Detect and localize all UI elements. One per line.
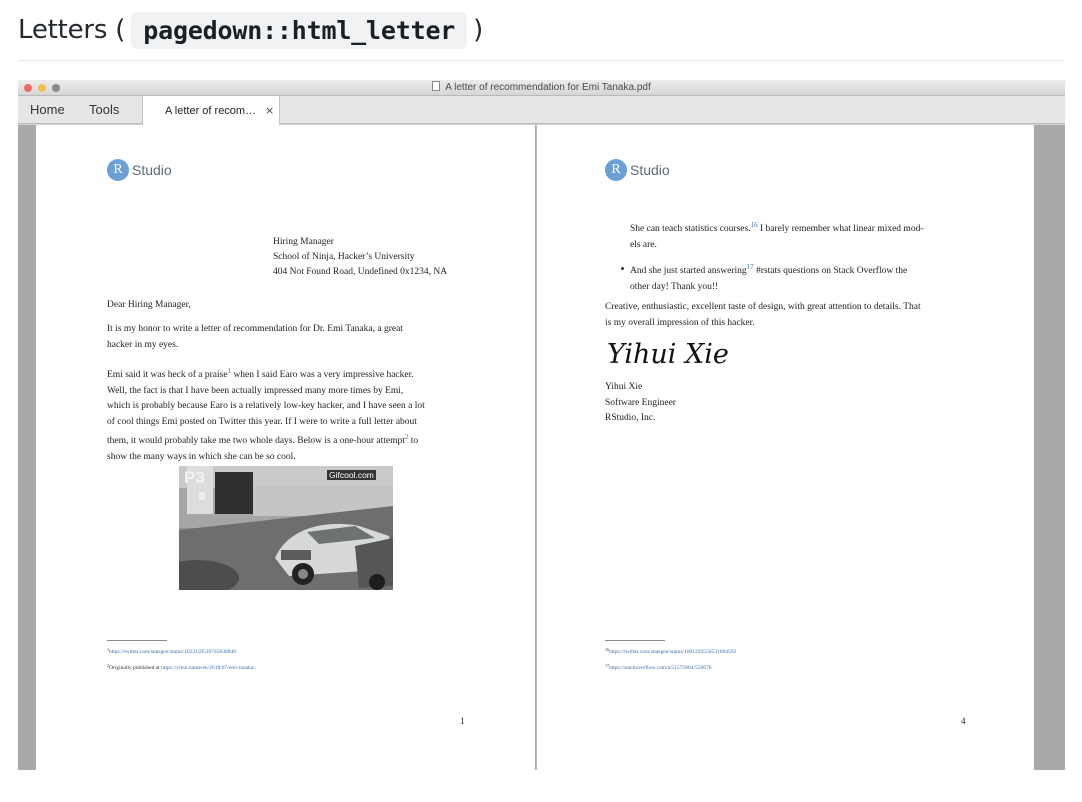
heading-prefix: Letters ( [18,15,126,45]
heading-suffix: ) [473,15,484,45]
text-line: is my overall impression of this hacker. [605,317,755,328]
text-segment: She can teach statistics courses. [630,224,751,234]
page-number: 4 [961,716,966,726]
pdf-page-1: R Studio Hiring Manager School of Ninja,… [36,125,535,770]
page-number: 1 [460,716,465,726]
text-segment: them, it would probably take me two whol… [107,436,405,446]
text-line: show the many ways in which she can be s… [107,451,296,462]
signer-name: Yihui Xie [605,382,643,392]
window-title-text: A letter of recommendation for Emi Tanak… [445,82,651,93]
image-watermark: Gifcool.com [327,470,376,480]
tab-document[interactable]: A letter of recom… × [142,96,280,125]
parking-sign: P3 [184,468,205,487]
text-line: which is probably because Earo is a rela… [107,401,425,411]
rstudio-logo: R Studio [107,159,172,181]
garage-photo [179,466,393,590]
footnote-1: 1https://twitter.com/statsgen/status/102… [107,647,236,655]
window-title: A letter of recommendation for Emi Tanak… [18,80,1065,96]
pdf-viewer[interactable]: R Studio Hiring Manager School of Ninja,… [18,125,1065,770]
signer-block: Yihui Xie Software Engineer RStudio, Inc… [605,380,676,427]
text-line: It is my honor to write a letter of reco… [107,324,403,334]
pdf-page-4: R Studio She can teach statistics course… [536,125,1034,770]
app-window: A letter of recommendation for Emi Tanak… [18,80,1065,770]
parking-garage-image: P3 Gifcool.com [179,466,393,590]
tab-bar: Home Tools A letter of recom… × [18,96,1065,125]
tab-home[interactable]: Home [30,102,65,117]
logo-studio-text: Studio [630,162,670,178]
closing-paragraph: Creative, enthusiastic, excellent taste … [605,300,921,331]
paragraph-1: It is my honor to write a letter of reco… [107,322,403,353]
bullet-icon [621,267,624,270]
footnote-2: 2Originally published at https://yihui.n… [107,663,256,671]
signer-company: RStudio, Inc. [605,413,656,423]
rstudio-r-icon: R [605,159,627,181]
page-heading: Letters ( pagedown::html_letter ) [18,6,483,54]
text-line: els are. [630,239,657,250]
footnote-divider [605,640,665,641]
text-segment: when I said Earo was a very impressive h… [231,370,414,380]
text-line: other day! Thank you!! [630,281,719,292]
text-segment: to [408,436,419,446]
bullet-item: And she just started answering17 #rstats… [630,260,907,295]
footnote-17-link[interactable]: https://stackoverflow.com/a/51575804/559… [609,665,711,671]
heading-code: pagedown::html_letter [131,11,468,49]
address-line: Hiring Manager [273,237,334,247]
tab-document-label: A letter of recom… [165,105,257,117]
text-segment: I barely remember what linear mixed mod- [757,224,924,234]
handwritten-signature: Yihui Xie [607,339,729,370]
tab-tools[interactable]: Tools [89,102,119,117]
footnote-16-link[interactable]: https://twitter.com/statsgen/status/1001… [609,649,736,655]
text-segment: Emi said it was heck of a praise [107,370,228,380]
footnote-2-text: Originally published at [109,665,162,671]
list-continuation: She can teach statistics courses.16 I ba… [630,218,923,253]
footnote-ref-17[interactable]: 17 [747,263,754,271]
pdf-file-icon [432,81,441,91]
paragraph-2: Emi said it was heck of a praise1 when I… [107,364,425,465]
heading-divider [18,60,1065,61]
footnote-17: 17https://stackoverflow.com/a/51575804/5… [605,663,711,671]
footnote-2-end: . [254,665,257,671]
signer-title: Software Engineer [605,397,676,408]
text-segment: And she just started answering [630,266,747,276]
recipient-address: Hiring Manager School of Ninja, Hacker’s… [273,235,447,280]
salutation: Dear Hiring Manager, [107,300,191,310]
text-line: Well, the fact is that I have been actua… [107,385,404,396]
footnote-1-link[interactable]: https://twitter.com/statsgen/status/1023… [109,649,236,655]
logo-studio-text: Studio [132,162,172,178]
text-line: Creative, enthusiastic, excellent taste … [605,302,921,312]
address-line: 404 Not Found Road, Undefined 0x1234, NA [273,267,448,277]
text-line: hacker in my eyes. [107,339,179,350]
rstudio-logo: R Studio [605,159,670,181]
address-line: School of Ninja, Hacker’s University [273,252,415,262]
text-segment: #rstats questions on Stack Overflow the [753,266,908,276]
footnote-2-link[interactable]: https://yihui.name/en/2018/07/emi-tanaka… [161,665,255,671]
footnote-divider [107,640,167,641]
rstudio-r-icon: R [107,159,129,181]
text-line: of cool things Emi posted on Twitter thi… [107,416,417,427]
footnote-16: 16https://twitter.com/statsgen/status/10… [605,647,736,655]
footnote-ref-16[interactable]: 16 [751,221,758,229]
close-tab-icon[interactable]: × [265,104,274,117]
